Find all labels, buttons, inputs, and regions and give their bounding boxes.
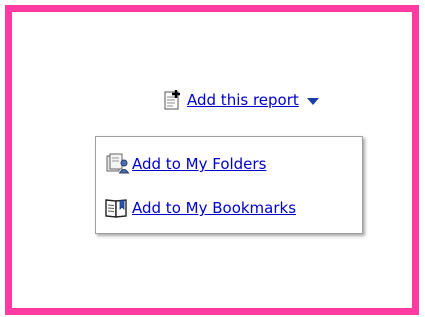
add-to-folders-link[interactable]: Add to My Folders: [132, 155, 266, 173]
add-report-link[interactable]: Add this report: [187, 91, 299, 109]
bookmarks-icon: [105, 199, 127, 218]
add-report-icon: [164, 90, 180, 110]
folders-icon: [106, 153, 130, 174]
add-report-menu: Add to My Folders Add to My Bookmarks: [95, 136, 363, 234]
menu-item-add-to-bookmarks[interactable]: Add to My Bookmarks: [104, 195, 296, 221]
chevron-down-icon[interactable]: [306, 97, 319, 105]
menu-item-add-to-folders[interactable]: Add to My Folders: [104, 151, 266, 177]
add-to-bookmarks-link[interactable]: Add to My Bookmarks: [132, 199, 296, 217]
add-report-trigger[interactable]: Add this report: [162, 88, 319, 112]
